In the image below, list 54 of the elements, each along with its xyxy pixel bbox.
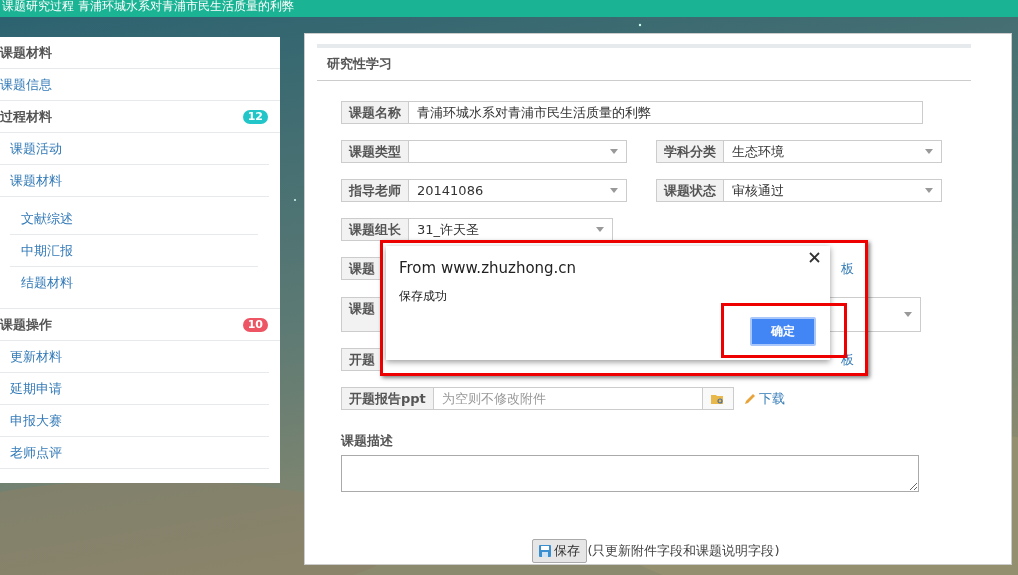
select-field[interactable] [409,140,627,163]
field-label: 课题 [341,296,383,332]
section-title: 课题材料 [0,43,52,62]
file-field[interactable]: 为空则不修改附件 [433,387,703,410]
caret-icon [925,149,933,154]
sidebar-link[interactable]: 课题材料 [0,165,269,197]
field-label: 开题 [341,348,383,371]
field-label: 课题描述 [341,432,394,450]
folder-icon [711,392,725,405]
field-label: 课题类型 [341,140,409,163]
panel-title: 研究性学习 [327,56,392,71]
floppy-icon [539,545,552,557]
sidebar-link[interactable]: 延期申请 [0,373,269,405]
select-field[interactable]: 生态环境 [724,140,942,163]
sidebar-link[interactable]: 更新材料 [0,341,269,373]
save-button[interactable]: 保存 [532,539,588,563]
field-label: 指导老师 [341,179,409,202]
count-badge: 10 [242,317,268,332]
dialog-title: From www.zhuzhong.cn [399,259,577,277]
field-label: 学科分类 [656,140,724,163]
template-link[interactable]: 板 [841,259,854,278]
section-title: 课题操作 [0,315,52,334]
count-badge: 12 [242,109,268,124]
close-icon[interactable] [809,252,820,263]
sidebar-link[interactable]: 课题信息 [0,69,280,101]
field-label: 课题 [341,257,383,280]
select-field[interactable]: 审核通过 [724,179,942,202]
ok-button[interactable]: 确定 [750,317,816,346]
field-label: 课题状态 [656,179,724,202]
sidebar-link[interactable]: 老师点评 [0,437,269,469]
select-field[interactable]: 20141086 [409,179,627,202]
download-link[interactable]: 下载 [743,389,785,408]
sidebar-link[interactable]: 中期汇报 [10,235,258,267]
save-note: (只更新附件字段和课题说明字段) [587,542,780,560]
browse-button[interactable] [702,387,734,410]
sidebar-link[interactable]: 结题材料 [10,267,258,298]
dialog-message: 保存成功 [399,288,447,305]
sidebar-link[interactable]: 申报大赛 [0,405,269,437]
caret-icon [610,188,618,193]
caret-icon [904,311,912,317]
pencil-icon [743,392,756,405]
page-title: 课题研究过程 青浦环城水系对青浦市民生活质量的利弊 [2,0,294,13]
caret-icon [925,188,933,193]
select-field[interactable]: 31_许天圣 [409,218,613,241]
field-label: 课题组长 [341,218,409,241]
field-label: 课题名称 [341,101,409,124]
description-field[interactable] [341,455,919,492]
sidebar-link[interactable]: 课题活动 [0,133,269,165]
text-field[interactable]: 青浦环城水系对青浦市民生活质量的利弊 [409,101,923,124]
caret-icon [596,227,604,232]
sidebar-link[interactable]: 文献综述 [10,203,258,235]
section-title: 过程材料 [0,107,52,126]
field-label: 开题报告ppt [341,387,434,410]
caret-icon [610,149,618,154]
